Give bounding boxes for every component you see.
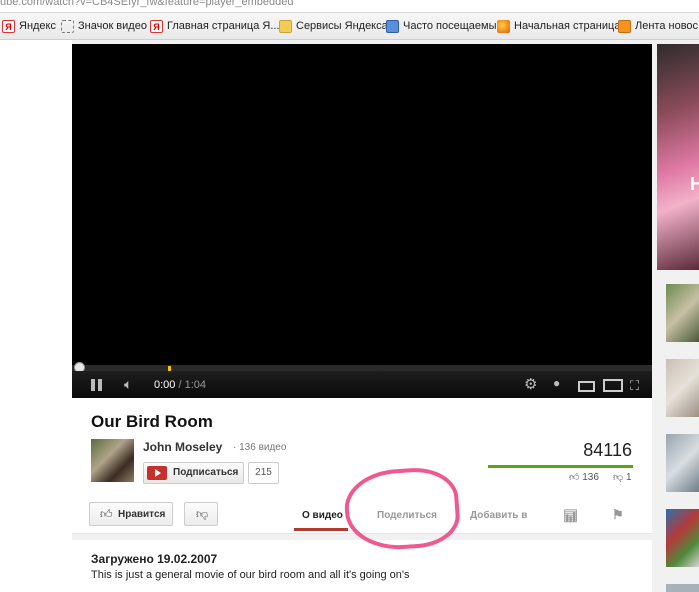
description-panel: Загружено 19.02.2007 This is just a gene… <box>72 540 652 592</box>
yandex-icon: Я <box>2 19 15 33</box>
view-count: 84116 <box>583 440 632 460</box>
tab-about[interactable]: О видео <box>302 510 343 521</box>
channel-avatar[interactable] <box>91 439 134 482</box>
ad-letter: Н <box>690 174 699 194</box>
youtube-icon <box>147 466 167 480</box>
dashed-box-icon <box>61 19 74 33</box>
related-video-thumbnail[interactable] <box>666 434 699 492</box>
url-text: ube.com/watch?v=CB4SEIyr_fw&feature=play… <box>0 0 294 8</box>
bookmark-news-feed[interactable]: Лента новос <box>618 19 698 33</box>
subscriber-count: 215 <box>248 462 279 484</box>
dislike-count: 👎︎ 1 <box>613 472 632 483</box>
volume-icon[interactable]: 🔈︎ <box>124 376 132 393</box>
bookmark-yandex[interactable]: Я Яндекс <box>2 19 56 33</box>
frequent-icon <box>386 19 399 33</box>
bookmark-yandex-services[interactable]: Сервисы Яндекса <box>279 19 388 33</box>
active-tab-indicator <box>294 528 348 531</box>
bookmarks-toolbar: Я Яндекс Значок видео Я Главная страница Я… <box>0 13 699 40</box>
address-bar[interactable]: ube.com/watch?v=CB4SEIyr_fw&feature=play… <box>0 0 699 13</box>
flag-icon[interactable]: ⚑ <box>612 507 624 523</box>
bookmark-yandex-home[interactable]: Я Главная страница Я... <box>150 19 280 33</box>
pause-icon[interactable] <box>91 379 103 391</box>
stats-icon[interactable]: 📊︎ <box>563 509 578 523</box>
small-player-icon[interactable] <box>578 381 595 392</box>
folder-icon <box>279 19 292 33</box>
sidebar-ad[interactable]: Н <box>657 44 699 270</box>
sentiment-bar <box>488 465 633 468</box>
bookmark-frequent[interactable]: Часто посещаемые <box>386 19 503 33</box>
related-video-thumbnail[interactable] <box>666 584 699 592</box>
firefox-icon <box>497 19 510 33</box>
large-player-icon[interactable] <box>603 379 623 392</box>
thumbs-down-icon: 👎︎ <box>196 507 209 521</box>
time-display: 0:00 / 1:04 <box>154 379 206 391</box>
like-label: Нравится <box>118 509 166 520</box>
tab-add-to[interactable]: Добавить в <box>470 510 527 521</box>
gear-icon[interactable]: ⚙︎ <box>524 375 537 393</box>
channel-name[interactable]: John Moseley <box>143 440 222 454</box>
subscribe-button[interactable]: Подписаться <box>143 462 244 484</box>
thumbs-up-icon: 👍︎ <box>569 472 580 483</box>
channel-video-count: · 136 видео <box>233 442 287 453</box>
thumbs-up-icon: 👍︎ <box>100 507 113 521</box>
upload-date: Загружено 19.02.2007 <box>91 552 218 566</box>
current-time: 0:00 <box>154 379 176 391</box>
annotations-icon[interactable]: ● <box>553 376 560 390</box>
related-video-thumbnail[interactable] <box>666 359 699 417</box>
video-player[interactable] <box>72 44 652 398</box>
related-video-thumbnail[interactable] <box>666 284 699 342</box>
bookmark-video-icon[interactable]: Значок видео <box>61 19 147 33</box>
fullscreen-icon[interactable]: ⛶ <box>630 378 639 394</box>
subscribe-label: Подписаться <box>173 467 239 478</box>
description-text: This is just a general movie of our bird… <box>91 569 410 581</box>
like-button[interactable]: 👍︎ Нравится <box>89 502 173 526</box>
bookmark-start-page[interactable]: Начальная страница <box>497 19 620 33</box>
left-margin <box>0 40 72 592</box>
sidebar: Н <box>657 44 699 592</box>
thumbs-down-icon: 👎︎ <box>613 472 624 483</box>
video-title: Our Bird Room <box>91 412 213 431</box>
yandex-icon: Я <box>150 19 163 33</box>
duration: / 1:04 <box>178 379 207 391</box>
dislike-button[interactable]: 👎︎ <box>184 502 218 526</box>
player-controls: 🔈︎ 0:00 / 1:04 ⚙︎ ● ⛶ <box>72 371 652 398</box>
related-video-thumbnail[interactable] <box>666 509 699 567</box>
like-count: 👍︎ 136 <box>569 472 599 483</box>
rss-icon <box>618 19 631 33</box>
